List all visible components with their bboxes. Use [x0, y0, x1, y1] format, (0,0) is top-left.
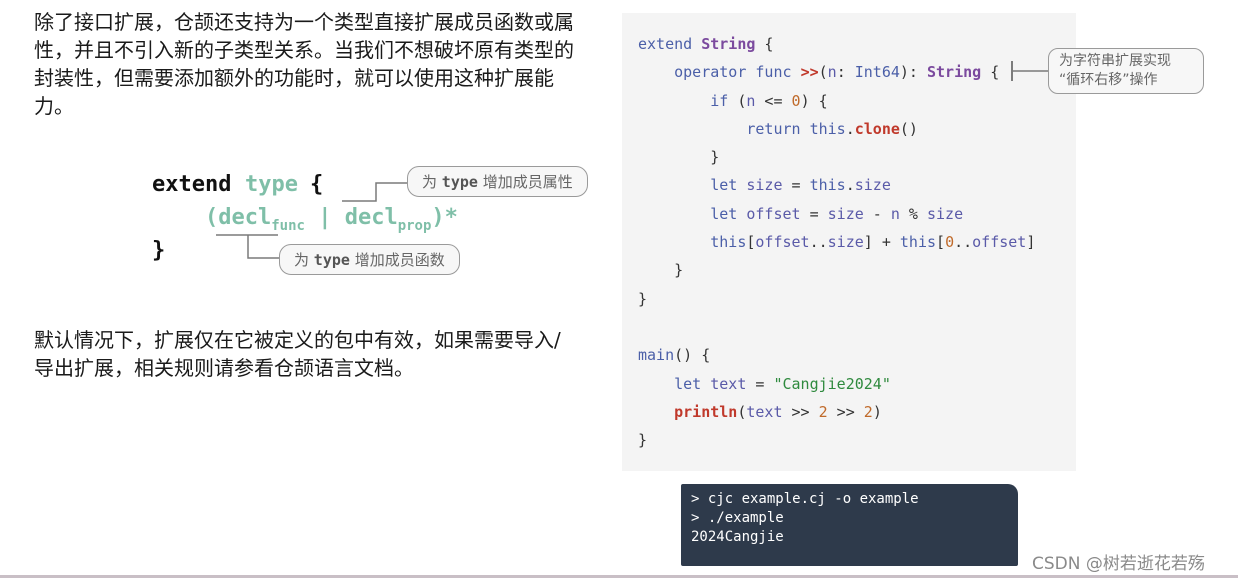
- syntax-paren-open: (: [205, 205, 219, 230]
- extend-syntax-diagram: extend type { (declfunc | declprop)* } 为…: [0, 0, 620, 300]
- bottom-divider: [0, 575, 1238, 578]
- code-annotation-line1: 为字符串扩展实现: [1059, 53, 1171, 69]
- terminal-output: > cjc example.cj -o example > ./example …: [681, 484, 1018, 566]
- syntax-pipe: |: [318, 205, 332, 230]
- code-panel: extend String { operator func >>(n: Int6…: [622, 13, 1076, 471]
- code-annotation-line2: “循环右移”操作: [1059, 72, 1158, 88]
- syntax-type-keyword: type: [245, 172, 298, 197]
- syntax-open-brace: {: [310, 172, 324, 197]
- terminal-line: > cjc example.cj -o example: [691, 491, 919, 507]
- syntax-decl-line: (declfunc | declprop)*: [205, 205, 458, 234]
- syntax-decl-func: decl: [218, 205, 272, 230]
- syntax-close-brace: }: [152, 238, 166, 263]
- code-annotation-bubble: 为字符串扩展实现 “循环右移”操作: [1048, 48, 1204, 94]
- syntax-decl-prop: decl: [344, 205, 398, 230]
- scope-paragraph: 默认情况下，扩展仅在它被定义的包中有效，如果需要导入/导出扩展，相关规则请参看仓…: [34, 328, 561, 380]
- terminal-text: > cjc example.cj -o example > ./example …: [691, 490, 919, 547]
- watermark: CSDN @树若逝花若殇: [1032, 554, 1205, 574]
- syntax-sub-prop: prop: [397, 218, 432, 234]
- terminal-line: > ./example: [691, 510, 784, 526]
- annotation-member-property: 为 type 增加成员属性: [407, 166, 588, 197]
- code-block: extend String { operator func >>(n: Int6…: [638, 35, 1036, 450]
- terminal-line: 2024Cangjie: [691, 529, 784, 545]
- syntax-extend-keyword: extend: [152, 172, 232, 197]
- syntax-sub-func: func: [271, 218, 305, 234]
- annotation-member-function: 为 type 增加成员函数: [279, 244, 460, 275]
- syntax-paren-close-star: )*: [431, 205, 458, 230]
